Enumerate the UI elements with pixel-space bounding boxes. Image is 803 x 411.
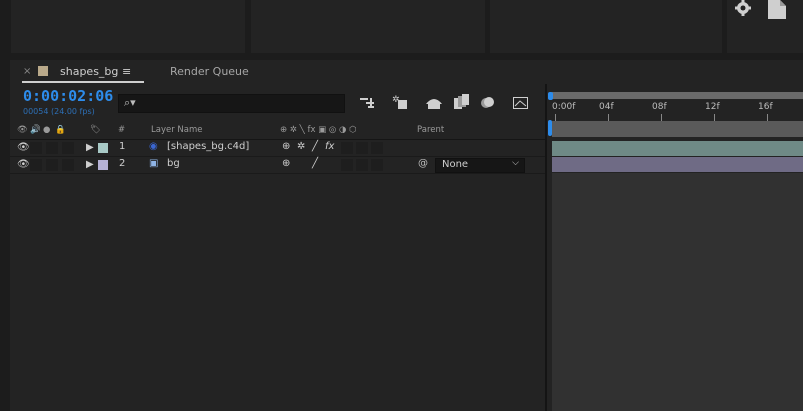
layer-name[interactable]: [shapes_bg.c4d]	[167, 141, 249, 152]
top-panel-3	[490, 0, 722, 53]
layer-label-color[interactable]	[98, 143, 108, 153]
ruler-tick	[555, 114, 556, 121]
c4d-file-icon: ◉	[149, 141, 158, 152]
expand-triangle-icon[interactable]: ▶	[86, 159, 94, 170]
expand-triangle-icon[interactable]: ▶	[86, 142, 94, 153]
quality-switch-icon[interactable]: ✲	[297, 141, 305, 152]
label-column-icon[interactable]: 🏷	[90, 125, 101, 135]
svg-text:✲: ✲	[392, 95, 400, 105]
layer-1-duration-bar[interactable]	[552, 141, 803, 156]
ruler-label: 12f	[705, 102, 720, 112]
switches-column-icons[interactable]: ⊕ ✲ ╲ fx ▣ ◎ ◑ ⬡	[280, 125, 357, 135]
current-timecode[interactable]: 0:00:02:06	[23, 87, 113, 105]
anchor-switch-icon[interactable]: ⊕	[282, 141, 290, 152]
ruler-tick	[714, 114, 715, 121]
comp-color-swatch	[38, 66, 48, 76]
effects-switch[interactable]: fx	[325, 141, 334, 152]
tab-menu-icon[interactable]: ≡	[122, 65, 131, 78]
anchor-switch-icon[interactable]: ⊕	[282, 158, 290, 169]
audio-column-icon[interactable]: 🔊	[30, 125, 41, 135]
layer-label-color[interactable]	[98, 160, 108, 170]
tab-shapes-bg[interactable]: shapes_bg	[60, 65, 118, 78]
visibility-column-icon[interactable]: 👁	[17, 125, 28, 135]
work-area-bar[interactable]	[552, 121, 803, 137]
frame-count: 00054 (24.00 fps)	[23, 107, 95, 116]
quality-slash-icon[interactable]: ╱	[312, 158, 318, 169]
parent-dropdown[interactable]: None ⌵	[435, 158, 525, 173]
layer-name-column[interactable]: Layer Name	[151, 125, 202, 135]
ruler-tick	[608, 114, 609, 121]
visibility-eye-icon[interactable]: 👁	[17, 142, 30, 153]
gear-icon[interactable]	[733, 0, 753, 18]
ruler-label: 0:00f	[552, 102, 576, 112]
ruler-tick	[661, 114, 662, 121]
lock-toggle[interactable]	[62, 142, 74, 154]
layer-2-duration-bar[interactable]	[552, 157, 803, 172]
solo-toggle[interactable]	[46, 142, 58, 154]
timeline-panel: 0:00:02:06 00054 (24.00 fps) ⌕▾ ✲ 👁 🔊 ● …	[10, 84, 803, 411]
comp-tab-bar: × shapes_bg ≡ Render Queue	[10, 60, 803, 84]
solo-column-icon[interactable]: ●	[43, 125, 50, 135]
composition-mini-flowchart-icon[interactable]	[360, 96, 376, 110]
layer-name[interactable]: bg	[167, 158, 180, 169]
solo-toggle[interactable]	[46, 159, 58, 171]
shy-layers-icon[interactable]	[425, 96, 443, 110]
layer-column-header: 👁 🔊 ● 🔒 🏷 # Layer Name ⊕ ✲ ╲ fx ▣ ◎ ◑ ⬡ …	[10, 123, 547, 140]
current-time-indicator[interactable]	[548, 120, 552, 136]
parent-column[interactable]: Parent	[417, 125, 444, 135]
top-panel-1	[11, 0, 245, 53]
graph-editor-icon[interactable]	[513, 95, 529, 110]
switch-box-1[interactable]	[341, 159, 353, 171]
audio-toggle[interactable]	[30, 142, 42, 154]
panel-divider[interactable]	[545, 84, 547, 411]
time-navigator-bar[interactable]	[552, 92, 803, 99]
frame-blending-icon[interactable]	[454, 94, 470, 110]
layer-search-input[interactable]: ⌕▾	[118, 94, 345, 113]
active-tab-indicator	[22, 81, 144, 83]
switch-box-3[interactable]	[371, 159, 383, 171]
pick-whip-icon[interactable]: @	[418, 158, 428, 169]
lock-toggle[interactable]	[62, 159, 74, 171]
top-panel-2	[251, 0, 485, 53]
audio-toggle[interactable]	[30, 159, 42, 171]
ruler-label: 04f	[599, 102, 614, 112]
ruler-label: 16f	[758, 102, 773, 112]
switch-box-1[interactable]	[341, 142, 353, 154]
switch-box-3[interactable]	[371, 142, 383, 154]
layer-number: 2	[119, 158, 126, 169]
switch-box-2[interactable]	[356, 142, 368, 154]
parent-value: None	[442, 159, 469, 170]
tab-render-queue[interactable]: Render Queue	[170, 65, 249, 78]
quality-slash-icon[interactable]: ╱	[312, 141, 318, 152]
time-ruler[interactable]: 0:00f 04f 08f 12f 16f	[552, 101, 803, 121]
number-column[interactable]: #	[118, 125, 125, 135]
search-icon: ⌕▾	[124, 96, 136, 109]
layer-number: 1	[119, 141, 126, 152]
timeline-empty-area	[552, 173, 803, 411]
lock-column-icon[interactable]: 🔒	[55, 125, 66, 135]
motion-blur-icon[interactable]	[480, 95, 496, 109]
document-icon[interactable]	[767, 0, 787, 19]
tab-close-icon[interactable]: ×	[23, 66, 31, 77]
image-file-icon: ▣	[149, 158, 159, 169]
navigator-start-handle[interactable]	[548, 92, 553, 100]
ruler-label: 08f	[652, 102, 667, 112]
layer-row-1[interactable]: 👁 ▶ 1 ◉ [shapes_bg.c4d] ⊕ ✲ ╱ fx	[10, 140, 547, 157]
switch-box-2[interactable]	[356, 159, 368, 171]
chevron-down-icon: ⌵	[512, 158, 519, 168]
draft-3d-icon[interactable]: ✲	[392, 94, 410, 110]
ruler-tick	[767, 114, 768, 121]
visibility-eye-icon[interactable]: 👁	[17, 159, 30, 170]
